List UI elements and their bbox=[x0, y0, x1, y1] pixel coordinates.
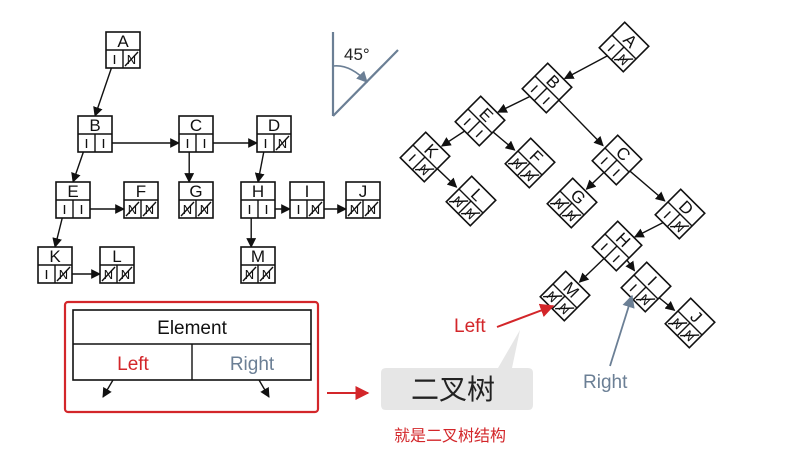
node-label: E bbox=[67, 182, 78, 201]
node-label: H bbox=[252, 182, 264, 201]
right-annotation-arrow bbox=[609, 294, 635, 367]
rotated-edge-e-f bbox=[491, 130, 516, 151]
diagram-canvas: ANBCDNEFNNGNNHINJNNKNLNNMNN 45° ANBECKNF… bbox=[0, 0, 800, 454]
tree-node-i: IN bbox=[289, 181, 325, 219]
tree-node-d: DN bbox=[256, 115, 292, 153]
legend-left-label: Left bbox=[117, 354, 149, 375]
node-pointer-cell: NN bbox=[125, 200, 157, 218]
node-label: K bbox=[49, 247, 61, 266]
tree-node-f: FNN bbox=[123, 181, 159, 219]
rotated-edge-a-b bbox=[563, 53, 611, 80]
tree-node-h: H bbox=[240, 181, 276, 219]
rotated-left-annotation: Left bbox=[454, 303, 555, 337]
legend-right-label: Right bbox=[230, 354, 275, 375]
legend-left-pointer bbox=[102, 379, 114, 398]
rotated-edge-e-k bbox=[440, 129, 467, 147]
right-annotation-text: Right bbox=[583, 372, 628, 393]
node-pointer-cell: NN bbox=[347, 200, 379, 218]
tree-node-m: MNN bbox=[240, 246, 276, 284]
rotated-edge-c-d bbox=[628, 169, 666, 202]
right-tree: ANBECKNFNNGNN DNLNNHMNNINJNN bbox=[399, 21, 716, 349]
callout-caption: 就是二叉树结构 bbox=[394, 426, 506, 445]
node-label: F bbox=[136, 182, 146, 201]
node-label: J bbox=[359, 182, 368, 201]
left-tree-edges bbox=[52, 58, 347, 279]
rotation-arc-arrow bbox=[332, 65, 368, 83]
rotation-label: 45° bbox=[344, 45, 370, 64]
tree-node-j: JNN bbox=[664, 297, 716, 349]
node-label: L bbox=[112, 247, 121, 266]
rotated-right-annotation: Right bbox=[583, 294, 635, 393]
rotated-edge-b-c bbox=[557, 98, 604, 147]
tree-node-a: AN bbox=[105, 31, 141, 69]
tree-node-k: KN bbox=[37, 246, 73, 284]
node-pointer-cell: NN bbox=[242, 265, 274, 283]
tree-node-e: E bbox=[55, 181, 91, 219]
callout-title: 二叉树 bbox=[411, 373, 495, 406]
tree-node-b: B bbox=[77, 115, 113, 153]
rotated-edge-b-e bbox=[497, 94, 533, 113]
binary-tree-diagram: ANB C DNE FN NGN NH INJN NKNLN NMN N 45° ANBECKNF… bbox=[37, 21, 716, 445]
rotated-edge-k-l bbox=[436, 167, 458, 188]
rotated-edge-d-h bbox=[633, 220, 667, 238]
left-tree: ANB C DNE FN NGN NH INJN NKNLN NMN N bbox=[37, 31, 381, 284]
left-annotation-text: Left bbox=[454, 316, 486, 337]
rotation-indicator: 45° bbox=[331, 32, 399, 117]
tree-node-j: JNN bbox=[345, 181, 381, 219]
rotated-edge-h-i bbox=[625, 258, 636, 272]
legend-right-pointer bbox=[258, 379, 270, 398]
node-label: D bbox=[268, 116, 280, 135]
node-label: G bbox=[189, 182, 202, 201]
node-label: I bbox=[305, 182, 310, 201]
legend-element-label: Element bbox=[157, 318, 227, 339]
node-label: A bbox=[117, 32, 129, 51]
node-structure-legend: Element Left Right bbox=[63, 300, 320, 414]
left-annotation-arrow bbox=[496, 303, 555, 328]
node-label: M bbox=[251, 247, 265, 266]
tree-node-d: DN bbox=[654, 188, 706, 240]
rotated-edge-i-j bbox=[657, 296, 676, 311]
tree-node-f: FNN bbox=[504, 137, 556, 189]
node-pointer-cell: NN bbox=[101, 265, 133, 283]
tree-node-g: GNN bbox=[178, 181, 214, 219]
node-label: C bbox=[190, 116, 202, 135]
tree-node-a: AN bbox=[598, 21, 650, 73]
tree-node-l: LNN bbox=[99, 246, 135, 284]
tree-node-c: C bbox=[178, 115, 214, 153]
rotated-edge-c-g bbox=[585, 170, 606, 190]
node-pointer-cell: NN bbox=[180, 200, 212, 218]
tree-node-e: E bbox=[454, 95, 506, 147]
rotated-edge-h-m bbox=[578, 256, 606, 283]
callout-bubble: 二叉树 bbox=[381, 330, 533, 410]
node-label: B bbox=[89, 116, 100, 135]
